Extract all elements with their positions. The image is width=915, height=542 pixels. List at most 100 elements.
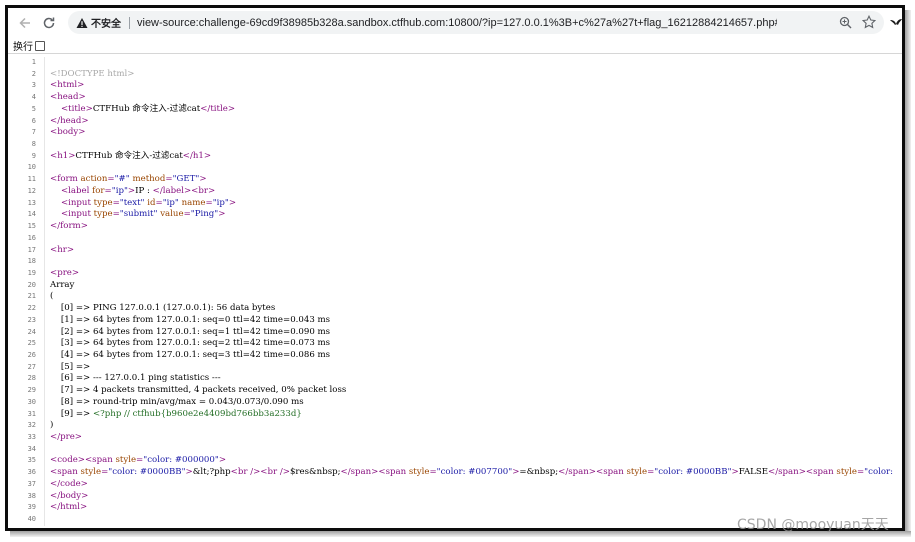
line-number: 32: [8, 420, 45, 433]
code-token: >: [185, 467, 193, 478]
code-token: "color:: [864, 467, 894, 478]
line-number: 11: [8, 174, 45, 186]
code-token: =: [205, 197, 213, 208]
code-token: id: [147, 197, 156, 208]
line-code: <label for="ip">IP : </label><br>: [45, 186, 215, 196]
code-token: "#": [114, 174, 130, 185]
code-token: </span><span: [340, 467, 409, 478]
code-token: [9] =>: [50, 408, 93, 419]
code-token: $res&nbsp;: [289, 467, 341, 478]
line-wrap-checkbox[interactable]: [35, 40, 45, 51]
code-token: =: [112, 197, 120, 208]
bookmark-star-icon[interactable]: [862, 15, 876, 29]
code-token: >: [218, 455, 227, 466]
code-token: <form: [50, 174, 81, 185]
code-token: <hr>: [50, 244, 75, 255]
code-token: <!DOCTYPE html>: [50, 68, 135, 79]
code-token: method: [132, 174, 166, 185]
source-line: 28 [6] => --- 127.0.0.1 ping statistics …: [8, 373, 902, 386]
code-token: type: [93, 209, 113, 220]
code-token: </span><span: [768, 467, 837, 478]
source-line: 39 </html>: [8, 502, 902, 515]
code-token: "ip": [162, 197, 179, 208]
code-token: </pre>: [50, 432, 82, 442]
code-token: </body>: [50, 490, 89, 501]
code-token: </label><br>: [152, 185, 216, 196]
code-token: <span: [50, 467, 81, 478]
source-line: 37 </code>: [8, 478, 902, 491]
code-token: <html>: [50, 80, 85, 91]
line-code: [7] => 4 packets transmitted, 4 packets …: [45, 385, 346, 395]
line-number: 10: [8, 162, 45, 175]
line-code: [3] => 64 bytes from 127.0.0.1: seq=2 tt…: [45, 338, 330, 348]
code-token: =: [429, 467, 437, 478]
source-line: 36 <span style="color: #0000BB">&lt;?php<…: [8, 467, 902, 479]
code-token: ): [50, 420, 54, 431]
code-token: "color: #0000BB": [108, 467, 186, 478]
code-token: name: [181, 197, 206, 208]
line-number: 40: [8, 514, 45, 526]
line-number: 27: [8, 361, 45, 374]
line-number: 9: [8, 150, 45, 163]
source-view: 1 2 <!DOCTYPE html> 3 <html> 4 <head> 5 <title>…: [8, 57, 902, 526]
source-line: 15 </form>: [8, 221, 902, 233]
code-token: CTFHub 命令注入-过滤cat: [75, 150, 183, 161]
line-number: 21: [8, 291, 45, 304]
line-code: </pre>: [45, 432, 82, 442]
line-code: <hr>: [45, 245, 74, 255]
line-code: ): [45, 420, 53, 430]
code-token: =&nbsp;: [519, 467, 559, 478]
line-number: 36: [8, 467, 45, 479]
code-token: [1] => 64 bytes from 127.0.0.1: seq=0 tt…: [50, 314, 331, 325]
code-token: </html>: [50, 502, 88, 513]
code-token: "color: #000000": [143, 455, 219, 466]
code-token: [2] => 64 bytes from 127.0.0.1: seq=1 tt…: [50, 326, 331, 337]
code-token: <input: [60, 197, 94, 208]
source-line: 11 <form action="#" method="GET">: [8, 174, 902, 186]
code-token: </span><span: [558, 467, 627, 478]
line-number: 26: [8, 349, 45, 362]
code-token: Array: [50, 279, 75, 290]
code-token: <code><span: [50, 455, 116, 466]
extension-bird-icon[interactable]: [889, 15, 903, 29]
line-code: [9] => <?php // ctfhub{b960e2e4409bd766b…: [45, 409, 302, 419]
source-line: 26 [4] => 64 bytes from 127.0.0.1: seq=3…: [8, 349, 902, 362]
code-token: <body>: [50, 127, 86, 138]
address-bar[interactable]: 不安全 view-source:challenge-69cd9f38985b32…: [68, 11, 884, 34]
line-code: [2] => 64 bytes from 127.0.0.1: seq=1 tt…: [45, 327, 330, 337]
line-code: </code>: [45, 479, 88, 489]
source-line: 8: [8, 139, 902, 151]
code-token: =: [165, 174, 173, 185]
security-status-label[interactable]: 不安全: [91, 15, 121, 30]
url-text[interactable]: view-source:challenge-69cd9f38985b328a.s…: [137, 17, 777, 29]
code-token: =: [183, 209, 191, 220]
line-code: <html>: [45, 80, 84, 90]
source-line: 38 </body>: [8, 490, 902, 503]
line-number: 23: [8, 314, 45, 327]
code-token: [3] => 64 bytes from 127.0.0.1: seq=2 tt…: [50, 338, 331, 349]
line-code: [6] => --- 127.0.0.1 ping statistics ---: [45, 373, 221, 383]
code-token: style: [626, 467, 648, 478]
line-number: 13: [8, 197, 45, 210]
code-token: value: [160, 209, 184, 220]
zoom-icon[interactable]: [839, 16, 852, 29]
line-number: 38: [8, 490, 45, 503]
code-token: CTFHub 命令注入-过滤cat: [92, 103, 201, 114]
code-token: </title>: [200, 103, 236, 114]
line-number: 15: [8, 221, 45, 233]
line-number: 14: [8, 209, 45, 222]
code-token: [4] => 64 bytes from 127.0.0.1: seq=3 tt…: [50, 349, 331, 360]
line-code: [0] => PING 127.0.0.1 (127.0.0.1): 56 da…: [45, 303, 275, 313]
reload-button[interactable]: [38, 12, 60, 34]
source-line: 24 [2] => 64 bytes from 127.0.0.1: seq=1…: [8, 326, 902, 339]
back-button[interactable]: [14, 12, 36, 34]
line-number: 3: [8, 80, 45, 93]
code-token: "Ping": [190, 209, 219, 220]
line-number: 2: [8, 68, 45, 81]
